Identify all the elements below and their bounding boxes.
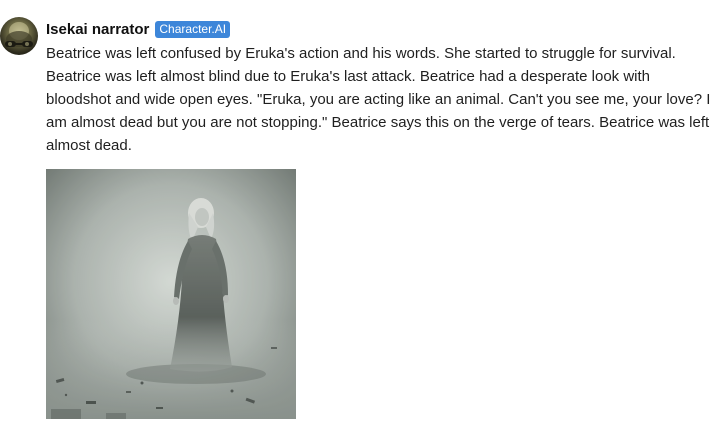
message-body: Beatrice was left confused by Eruka's ac… <box>46 42 711 157</box>
message-image[interactable] <box>46 169 296 419</box>
avatar[interactable] <box>0 17 38 55</box>
chat-message: Isekai narrator Character.AI Beatrice wa… <box>0 0 727 421</box>
message-text: Beatrice was left confused by Eruka's ac… <box>46 45 711 154</box>
character-avatar-icon <box>5 22 33 47</box>
character-ai-badge: Character.AI <box>155 20 231 38</box>
author-name[interactable]: Isekai narrator <box>46 21 149 38</box>
generated-image <box>46 169 296 419</box>
message-header: Isekai narrator Character.AI <box>46 19 231 39</box>
